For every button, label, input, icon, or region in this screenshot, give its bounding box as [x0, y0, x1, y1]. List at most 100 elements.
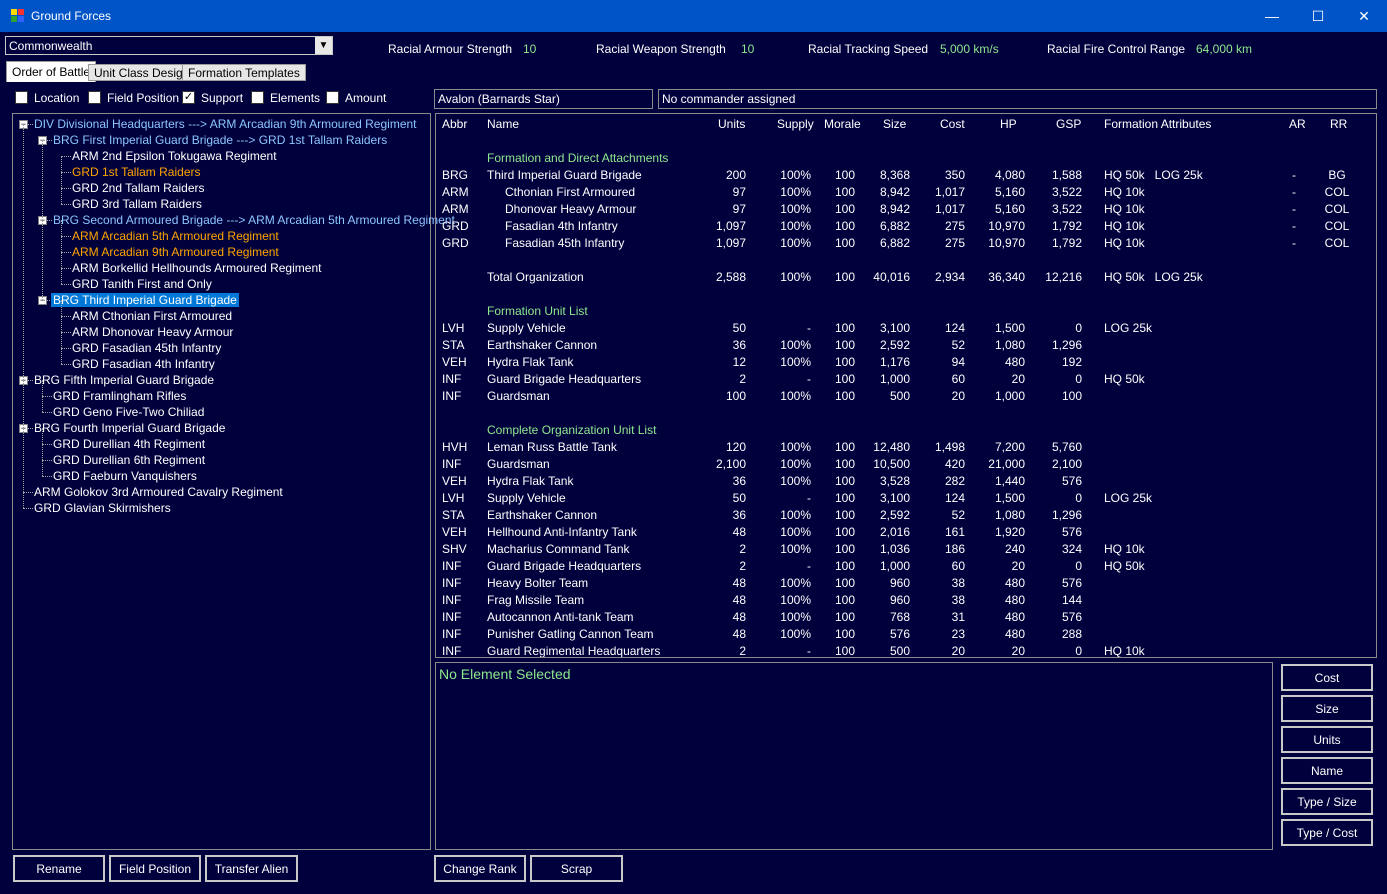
cell-units: 2 [739, 542, 746, 556]
field-position-button[interactable]: Field Position [109, 855, 201, 882]
table-row[interactable]: VEH Hellhound Anti-Infantry Tank 48 100% 100… [436, 525, 1376, 542]
table-row[interactable]: INF Heavy Bolter Team 48 100% 100 960 38 480 576 [436, 576, 1376, 593]
cell-abbr: INF [442, 559, 462, 573]
table-row[interactable]: VEH Hydra Flak Tank 36 100% 100 3,528 282 1,440… [436, 474, 1376, 491]
tree-item[interactable]: BRG Fourth Imperial Guard Brigade [34, 421, 225, 435]
tree-item[interactable]: ARM Arcadian 5th Armoured Regiment [72, 229, 279, 243]
ar-header[interactable]: AR [1289, 117, 1306, 131]
formation-table[interactable]: Abbr Name Units Supply Morale Size Cost HP GSP Fo… [435, 113, 1377, 658]
table-row[interactable]: INF Guardsman 2,100 100% 100 10,500 420 21,000 2… [436, 457, 1376, 474]
tree-item[interactable]: BRG Third Imperial Guard Brigade [51, 293, 239, 307]
table-row[interactable]: ARM Dhonovar Heavy Armour 97 100% 100 8,942 1,… [436, 202, 1376, 219]
close-button[interactable]: ✕ [1341, 0, 1387, 32]
transfer-alien-button[interactable]: Transfer Alien [205, 855, 298, 882]
maximize-button[interactable]: ☐ [1295, 0, 1341, 32]
cell-gsp: 1,588 [1051, 168, 1082, 182]
tree-item[interactable]: GRD Faeburn Vanquishers [53, 469, 197, 483]
sort-type-cost-button[interactable]: Type / Cost [1281, 819, 1373, 846]
elements-checkbox[interactable] [251, 91, 264, 104]
table-row[interactable]: INF Frag Missile Team 48 100% 100 960 38 480 144 [436, 593, 1376, 610]
name-header[interactable]: Name [487, 117, 519, 131]
sort-size-button[interactable]: Size [1281, 695, 1373, 722]
tab-formation-templates[interactable]: Formation Templates [182, 64, 306, 81]
tree-item[interactable]: ARM Dhonovar Heavy Armour [72, 325, 233, 339]
table-row[interactable]: VEH Hydra Flak Tank 12 100% 100 1,176 94 480 192 [436, 355, 1376, 372]
formation-attributes-header[interactable]: Formation Attributes [1104, 117, 1211, 131]
table-row[interactable]: INF Punisher Gatling Cannon Team 48 100% 100… [436, 627, 1376, 644]
table-row[interactable]: INF Guardsman 100 100% 100 500 20 1,000 100 [436, 389, 1376, 406]
cell-units: 2 [739, 559, 746, 573]
change-rank-button[interactable]: Change Rank [434, 855, 526, 882]
morale-header[interactable]: Morale [824, 117, 861, 131]
tree-item[interactable]: DIV Divisional Headquarters ---> ARM Arc… [34, 117, 417, 131]
table-row[interactable]: STA Earthshaker Cannon 36 100% 100 2,592 52 1,0… [436, 338, 1376, 355]
tree-item[interactable]: ARM 2nd Epsilon Tokugawa Regiment [72, 149, 277, 163]
tree-item[interactable]: GRD 2nd Tallam Raiders [72, 181, 205, 195]
tree-item[interactable]: GRD 1st Tallam Raiders [72, 165, 200, 179]
table-row[interactable]: INF Guard Brigade Headquarters 2 - 100 1,000 6… [436, 559, 1376, 576]
tree-item[interactable]: GRD Fasadian 4th Infantry [72, 357, 215, 371]
table-row[interactable]: HVH Leman Russ Battle Tank 120 100% 100 12,48… [436, 440, 1376, 457]
table-row[interactable]: Total Organization 2,588 100% 100 40,016 2,93… [436, 270, 1376, 287]
cell-gsp: 1,792 [1051, 219, 1082, 233]
supply-header[interactable]: Supply [777, 117, 814, 131]
tree-item[interactable]: GRD Glavian Skirmishers [34, 501, 171, 515]
sort-type-size-button[interactable]: Type / Size [1281, 788, 1373, 815]
tree-item[interactable]: BRG First Imperial Guard Brigade ---> GR… [53, 133, 387, 147]
rr-header[interactable]: RR [1330, 117, 1347, 131]
field-position-checkbox[interactable] [88, 91, 101, 104]
table-row[interactable]: INF Autocannon Anti-tank Team 48 100% 100 768… [436, 610, 1376, 627]
amount-checkbox[interactable] [326, 91, 339, 104]
table-row[interactable]: LVH Supply Vehicle 50 - 100 3,100 124 1,500 0 LOG… [436, 321, 1376, 338]
tree-item[interactable]: GRD Durellian 4th Regiment [53, 437, 205, 451]
tree-item[interactable]: ARM Cthonian First Armoured [72, 309, 232, 323]
rename-button[interactable]: Rename [13, 855, 105, 882]
race-select[interactable]: Commonwealth ▼ [5, 36, 333, 55]
tab-order-of-battle[interactable]: Order of Battle [6, 61, 97, 82]
table-row[interactable]: ARM Cthonian First Armoured 97 100% 100 8,942… [436, 185, 1376, 202]
gsp-header[interactable]: GSP [1056, 117, 1081, 131]
tree-item[interactable]: BRG Fifth Imperial Guard Brigade [34, 373, 214, 387]
table-row[interactable]: INF Guard Regimental Headquarters 2 - 100 500… [436, 644, 1376, 657]
tree-item[interactable]: GRD 3rd Tallam Raiders [72, 197, 202, 211]
tree-item[interactable]: GRD Geno Five-Two Chiliad [53, 405, 204, 419]
scrap-button[interactable]: Scrap [530, 855, 623, 882]
table-row[interactable]: SHV Macharius Command Tank 2 100% 100 1,036 18… [436, 542, 1376, 559]
tree-item[interactable]: ARM Arcadian 9th Armoured Regiment [72, 245, 279, 259]
tree-item[interactable]: GRD Framlingham Rifles [53, 389, 186, 403]
tab-unit-class-design[interactable]: Unit Class Design [88, 64, 196, 81]
table-row[interactable]: BRG Third Imperial Guard Brigade 200 100% 10… [436, 168, 1376, 185]
tree-item[interactable]: ARM Borkellid Hellhounds Armoured Regime… [72, 261, 321, 275]
table-row[interactable]: STA Earthshaker Cannon 36 100% 100 2,592 52 1,0… [436, 508, 1376, 525]
cell-name: Cthonian First Armoured [505, 185, 636, 199]
tree-item[interactable]: GRD Fasadian 45th Infantry [72, 341, 221, 355]
units-header[interactable]: Units [718, 117, 745, 131]
sort-name-button[interactable]: Name [1281, 757, 1373, 784]
cell-size: 960 [889, 593, 910, 607]
sort-units-button[interactable]: Units [1281, 726, 1373, 753]
cost-header[interactable]: Cost [940, 117, 965, 131]
table-row[interactable]: LVH Supply Vehicle 50 - 100 3,100 124 1,500 0 LOG… [436, 491, 1376, 508]
table-row[interactable]: GRD Fasadian 45th Infantry 1,097 100% 100 6,8… [436, 236, 1376, 253]
cell-name: Third Imperial Guard Brigade [487, 168, 642, 182]
sort-cost-button[interactable]: Cost [1281, 664, 1373, 691]
order-of-battle-tree[interactable]: − DIV Divisional Headquarters ---> ARM Ar… [12, 113, 455, 850]
chevron-down-icon[interactable]: ▼ [315, 37, 332, 54]
table-row[interactable]: GRD Fasadian 4th Infantry 1,097 100% 100 6,88… [436, 219, 1376, 236]
cell-abbr: GRD [442, 219, 469, 233]
tree-item[interactable]: GRD Tanith First and Only [72, 277, 212, 291]
location-checkbox[interactable] [15, 91, 28, 104]
table-row[interactable]: INF Guard Brigade Headquarters 2 - 100 1,000 6… [436, 372, 1376, 389]
cell-supply: 100% [780, 474, 811, 488]
minimize-button[interactable]: — [1249, 0, 1295, 32]
tree-item[interactable]: BRG Second Armoured Brigade ---> ARM Arc… [53, 213, 455, 227]
cell-attr: HQ 10k [1104, 202, 1145, 216]
tree-item[interactable]: ARM Golokov 3rd Armoured Cavalry Regimen… [34, 485, 283, 499]
size-header[interactable]: Size [883, 117, 906, 131]
tree-item[interactable]: GRD Durellian 6th Regiment [53, 453, 205, 467]
cell-supply: - [807, 321, 811, 335]
abbr-header[interactable]: Abbr [442, 117, 467, 131]
hp-header[interactable]: HP [1000, 117, 1017, 131]
support-checkbox[interactable]: ✓ [182, 91, 195, 104]
cell-ar: - [1292, 202, 1296, 216]
